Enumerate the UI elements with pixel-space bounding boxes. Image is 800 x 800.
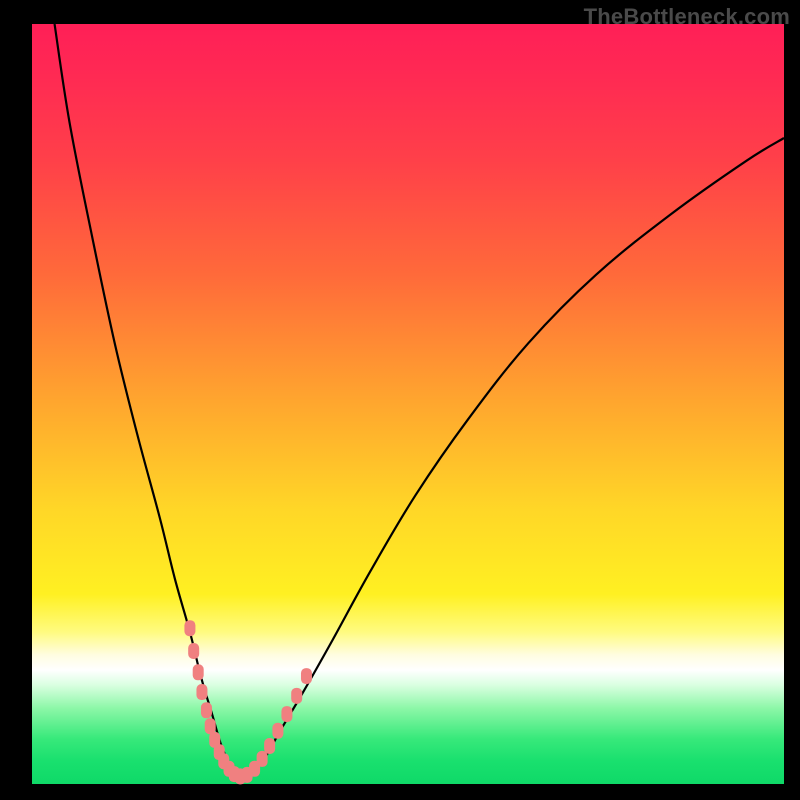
chart-overlay bbox=[32, 24, 784, 784]
marker-dot bbox=[257, 751, 268, 767]
marker-dot bbox=[193, 664, 204, 680]
marker-dot bbox=[184, 620, 195, 636]
marker-dot bbox=[281, 706, 292, 722]
marker-dot bbox=[196, 684, 207, 700]
plot-area bbox=[32, 24, 784, 784]
marker-dot bbox=[188, 643, 199, 659]
marker-dot bbox=[291, 688, 302, 704]
marker-dot bbox=[264, 738, 275, 754]
marker-dot bbox=[205, 718, 216, 734]
marker-dot bbox=[201, 702, 212, 718]
highlight-markers bbox=[184, 620, 312, 784]
marker-dot bbox=[301, 668, 312, 684]
chart-frame: TheBottleneck.com bbox=[0, 0, 800, 800]
watermark-text: TheBottleneck.com bbox=[584, 4, 790, 30]
marker-dot bbox=[272, 723, 283, 739]
bottleneck-curve bbox=[55, 24, 784, 777]
